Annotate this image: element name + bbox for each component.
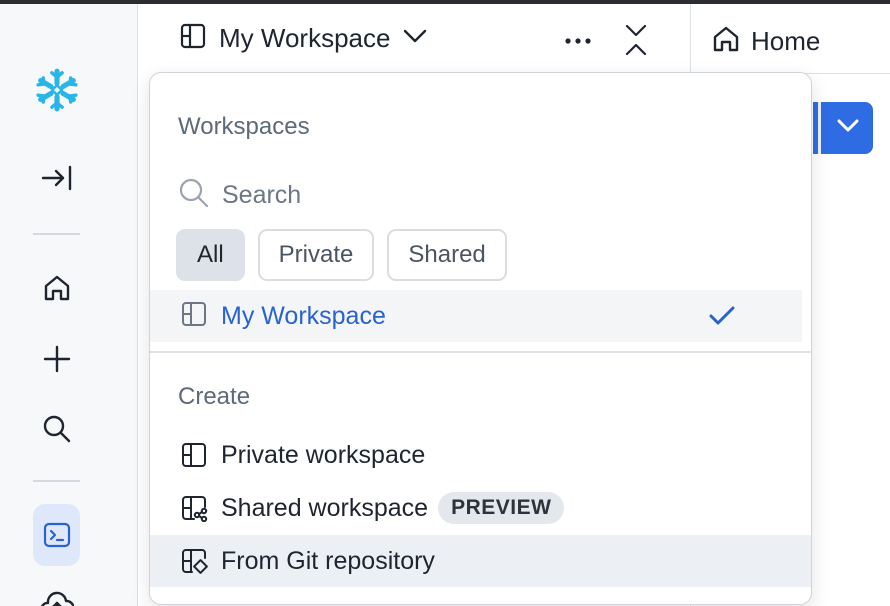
snowflake-logo-icon (33, 66, 81, 114)
collapse-panel-icon[interactable] (623, 22, 649, 63)
expand-sidebar-icon[interactable] (33, 154, 81, 202)
cloud-upload-icon[interactable] (33, 580, 81, 606)
workspace-list-item-label: My Workspace (221, 301, 386, 330)
left-navigation-rail (0, 4, 138, 606)
rail-divider (33, 233, 80, 235)
home-icon[interactable] (33, 264, 81, 312)
git-repository-icon (180, 547, 208, 575)
filter-all-chip[interactable]: All (176, 229, 245, 281)
search-input[interactable] (222, 181, 622, 210)
workspace-header: My Workspace (139, 4, 690, 74)
search-icon[interactable] (33, 405, 81, 453)
tab-home-label: Home (751, 26, 821, 56)
workspace-icon (179, 22, 207, 55)
more-options-icon[interactable] (563, 26, 593, 61)
workspace-search (178, 177, 622, 214)
split-button-separator (818, 102, 821, 154)
create-from-git-repository-item[interactable]: From Git repository (150, 535, 811, 587)
section-divider (150, 351, 811, 353)
chevron-down-icon (835, 117, 861, 140)
workspace-title: My Workspace (219, 23, 391, 53)
create-section-title: Create (178, 383, 251, 410)
workspace-icon (180, 441, 208, 469)
projects-terminal-icon[interactable] (33, 504, 80, 566)
tab-home[interactable]: Home (711, 24, 820, 59)
menu-item-label: From Git repository (221, 546, 435, 575)
search-icon (178, 177, 210, 214)
workspace-icon (180, 300, 208, 333)
filter-private-chip[interactable]: Private (257, 229, 375, 281)
menu-item-label: Private workspace (221, 440, 426, 469)
workspace-list-item[interactable]: My Workspace (150, 290, 802, 342)
create-shared-workspace-item[interactable]: Shared workspace PREVIEW (150, 482, 811, 534)
chevron-down-icon (402, 27, 428, 50)
checkmark-icon (708, 304, 736, 333)
add-icon[interactable] (33, 335, 81, 383)
run-options-dropdown-button[interactable] (813, 102, 873, 154)
shared-workspace-icon (180, 494, 208, 522)
filter-shared-chip[interactable]: Shared (387, 229, 507, 281)
workspace-filter-chips: All Private Shared (176, 229, 507, 281)
menu-item-label: Shared workspace (221, 493, 429, 522)
create-private-workspace-item[interactable]: Private workspace (150, 429, 811, 481)
workspace-dropdown-menu: Workspaces All Private Shared My Workspa… (149, 72, 812, 605)
workspaces-section-title: Workspaces (178, 113, 310, 140)
workspace-selector-button[interactable]: My Workspace (179, 22, 428, 55)
home-icon (711, 24, 741, 59)
rail-divider (33, 480, 80, 482)
preview-badge: PREVIEW (438, 492, 565, 524)
